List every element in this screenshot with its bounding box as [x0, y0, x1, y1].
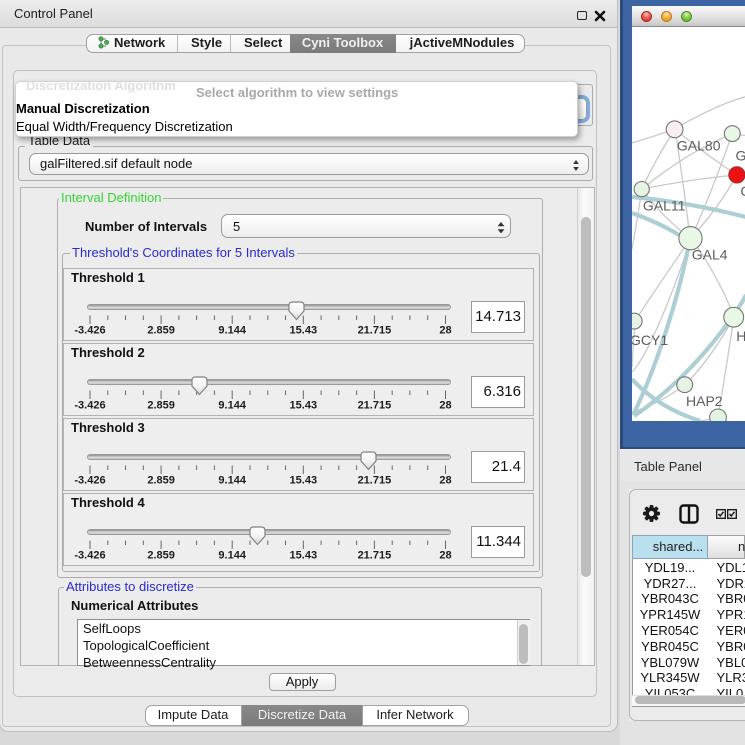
svg-text:28: 28 — [439, 474, 451, 486]
svg-text:9.144: 9.144 — [218, 399, 246, 411]
svg-text:H: H — [736, 328, 745, 344]
svg-text:21.715: 21.715 — [358, 549, 392, 561]
svg-text:-3.426: -3.426 — [74, 549, 105, 561]
svg-text:21.715: 21.715 — [358, 324, 392, 336]
svg-text:-3.426: -3.426 — [74, 474, 105, 486]
svg-text:9.144: 9.144 — [218, 324, 246, 336]
svg-text:-3.426: -3.426 — [74, 399, 105, 411]
svg-text:28: 28 — [439, 324, 451, 336]
svg-text:28: 28 — [439, 549, 451, 561]
svg-text:21.715: 21.715 — [358, 474, 392, 486]
svg-text:15.43: 15.43 — [290, 474, 318, 486]
svg-text:2.859: 2.859 — [147, 324, 175, 336]
svg-text:-3.426: -3.426 — [74, 324, 105, 336]
svg-text:2.859: 2.859 — [147, 399, 175, 411]
svg-text:C: C — [740, 183, 745, 199]
svg-text:21.715: 21.715 — [358, 399, 392, 411]
svg-text:15.43: 15.43 — [290, 324, 318, 336]
svg-text:GCY1: GCY1 — [632, 332, 668, 348]
svg-text:9.144: 9.144 — [218, 474, 246, 486]
svg-text:2.859: 2.859 — [147, 549, 175, 561]
svg-text:9.144: 9.144 — [218, 549, 246, 561]
svg-text:HAP2: HAP2 — [686, 393, 723, 409]
svg-text:GAL11: GAL11 — [643, 198, 686, 214]
svg-text:15.43: 15.43 — [290, 399, 318, 411]
svg-text:GAL80: GAL80 — [677, 138, 721, 154]
svg-text:28: 28 — [439, 399, 451, 411]
svg-text:2.859: 2.859 — [147, 474, 175, 486]
svg-text:G.: G. — [736, 148, 745, 164]
svg-text:15.43: 15.43 — [290, 549, 318, 561]
svg-text:GAL4: GAL4 — [692, 247, 728, 263]
